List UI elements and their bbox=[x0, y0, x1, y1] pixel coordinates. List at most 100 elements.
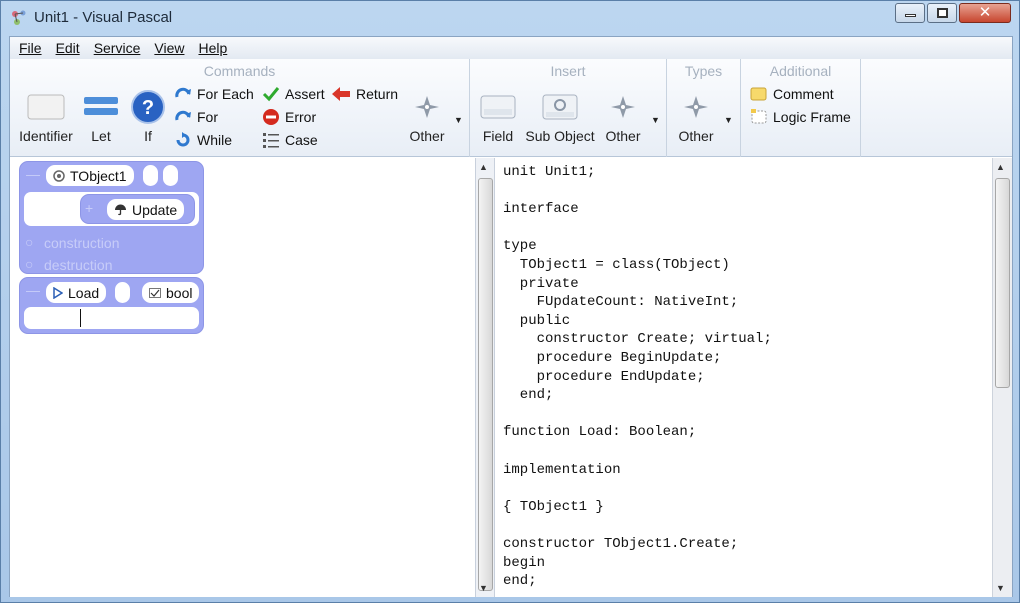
method-block[interactable]: + Update bbox=[80, 194, 195, 224]
logic-frame-icon bbox=[751, 109, 767, 124]
close-button[interactable]: ✕ bbox=[959, 3, 1011, 23]
construction-label[interactable]: construction bbox=[44, 235, 119, 251]
code-line[interactable]: implementation bbox=[503, 462, 621, 478]
additional-group: Additional Comment Logic Frame bbox=[741, 59, 861, 157]
code-line[interactable]: FUpdateCount: NativeInt; bbox=[503, 294, 739, 310]
minimize-icon bbox=[905, 14, 916, 17]
while-label: While bbox=[197, 132, 233, 148]
code-line[interactable]: constructor TObject1.Create; bbox=[503, 536, 738, 552]
code-scroll-down-icon[interactable]: ▼ bbox=[996, 583, 1005, 593]
pane-splitter[interactable]: ▲ ▼ bbox=[475, 158, 495, 597]
shuriken-icon bbox=[684, 96, 708, 118]
close-icon: ✕ bbox=[978, 4, 992, 21]
maximize-button[interactable] bbox=[927, 3, 957, 23]
commands-other-dropdown-icon[interactable]: ▼ bbox=[454, 115, 463, 125]
code-scroll-up-icon[interactable]: ▲ bbox=[996, 162, 1005, 172]
field-label: Field bbox=[482, 128, 514, 144]
code-line[interactable]: interface bbox=[503, 201, 579, 217]
comment-button[interactable]: Comment bbox=[750, 85, 834, 103]
code-scrollbar[interactable]: ▲ ▼ bbox=[992, 158, 1012, 597]
insert-other-dropdown-icon[interactable]: ▼ bbox=[651, 115, 660, 125]
identifier-button[interactable]: Identifier bbox=[16, 92, 76, 144]
case-button[interactable]: Case bbox=[262, 131, 318, 149]
comment-icon bbox=[750, 87, 767, 101]
svg-text:?: ? bbox=[142, 97, 154, 119]
code-line[interactable]: type bbox=[503, 238, 537, 254]
function-block[interactable]: — Load bool bbox=[19, 277, 204, 334]
add-icon[interactable]: + bbox=[85, 200, 93, 216]
designer-pane[interactable]: — TObject1 + Update ○ construction ○ des… bbox=[10, 158, 475, 597]
code-scroll-thumb[interactable] bbox=[995, 178, 1010, 388]
types-group: Types Other ▼ bbox=[667, 59, 741, 157]
menu-edit[interactable]: Edit bbox=[49, 40, 87, 56]
menu-service[interactable]: Service bbox=[87, 40, 148, 56]
menu-file[interactable]: File bbox=[12, 40, 49, 56]
for-button[interactable]: For bbox=[174, 108, 218, 126]
class-members-area[interactable]: + Update bbox=[24, 192, 199, 226]
menu-view[interactable]: View bbox=[147, 40, 191, 56]
code-line[interactable]: procedure BeginUpdate; bbox=[503, 350, 722, 366]
designer-scroll-thumb[interactable] bbox=[478, 178, 493, 591]
function-param-pill[interactable] bbox=[115, 282, 130, 303]
class-option-pill-2[interactable] bbox=[163, 165, 178, 186]
code-line[interactable]: function Load: Boolean; bbox=[503, 424, 696, 440]
title-bar[interactable]: Unit1 - Visual Pascal ✕ bbox=[1, 1, 1019, 35]
menu-help[interactable]: Help bbox=[191, 40, 234, 56]
commands-other-button[interactable]: Other bbox=[402, 92, 452, 144]
code-line[interactable]: constructor Create; virtual; bbox=[503, 331, 772, 347]
code-line[interactable]: public bbox=[503, 313, 570, 329]
shuriken-icon bbox=[611, 96, 635, 118]
code-editor[interactable]: unit Unit1; interface type TObject1 = clas… bbox=[495, 158, 992, 597]
scroll-down-icon[interactable]: ▼ bbox=[479, 583, 488, 593]
function-body[interactable] bbox=[24, 307, 199, 329]
sub-object-button[interactable]: Sub Object bbox=[524, 92, 596, 144]
let-label: Let bbox=[91, 128, 111, 144]
code-line[interactable]: procedure EndUpdate; bbox=[503, 369, 705, 385]
for-each-label: For Each bbox=[197, 86, 254, 102]
let-button[interactable]: Let bbox=[80, 92, 122, 144]
logic-frame-button[interactable]: Logic Frame bbox=[750, 108, 851, 126]
class-option-pill-1[interactable] bbox=[143, 165, 158, 186]
error-button[interactable]: Error bbox=[262, 108, 316, 126]
insert-group-title: Insert bbox=[550, 63, 586, 79]
code-line[interactable]: private bbox=[503, 276, 579, 292]
function-type-pill[interactable]: bool bbox=[142, 282, 200, 303]
return-label: Return bbox=[356, 86, 399, 102]
function-collapse-icon[interactable]: — bbox=[26, 282, 40, 298]
commands-other-label: Other bbox=[409, 128, 445, 144]
method-pill[interactable]: Update bbox=[107, 199, 185, 220]
types-other-dropdown-icon[interactable]: ▼ bbox=[724, 115, 733, 125]
while-button[interactable]: While bbox=[174, 131, 232, 149]
list-icon bbox=[263, 133, 279, 148]
class-block[interactable]: — TObject1 + Update ○ construction ○ des… bbox=[19, 161, 204, 274]
minimize-button[interactable] bbox=[895, 3, 925, 23]
types-other-button[interactable]: Other bbox=[675, 92, 717, 144]
maximize-icon bbox=[937, 8, 948, 18]
function-name-pill[interactable]: Load bbox=[46, 282, 107, 303]
commands-group: Commands Identifier Let ? If For Each Fo… bbox=[10, 59, 470, 157]
app-window: Unit1 - Visual Pascal ✕ File Edit Servic… bbox=[0, 0, 1020, 603]
code-line[interactable]: end; bbox=[503, 387, 554, 403]
return-button[interactable]: Return bbox=[331, 85, 398, 103]
logic-frame-label: Logic Frame bbox=[773, 109, 851, 125]
assert-button[interactable]: Assert bbox=[262, 85, 325, 103]
code-line[interactable]: unit Unit1; bbox=[503, 164, 595, 180]
insert-other-button[interactable]: Other bbox=[602, 92, 644, 144]
if-button[interactable]: ? If bbox=[128, 89, 168, 144]
scroll-up-icon[interactable]: ▲ bbox=[479, 162, 488, 172]
collapse-icon[interactable]: — bbox=[26, 166, 40, 182]
field-button[interactable]: Field bbox=[478, 92, 518, 144]
assert-label: Assert bbox=[285, 86, 325, 102]
for-loop-icon bbox=[175, 110, 191, 121]
code-line[interactable]: begin bbox=[503, 555, 545, 571]
code-line[interactable]: TObject1 = class(TObject) bbox=[503, 257, 730, 273]
while-loop-icon bbox=[176, 132, 190, 147]
method-name: Update bbox=[132, 201, 178, 218]
destruction-label[interactable]: destruction bbox=[44, 257, 112, 273]
class-name-pill[interactable]: TObject1 bbox=[46, 165, 134, 186]
comment-label: Comment bbox=[773, 86, 834, 102]
for-each-button[interactable]: For Each bbox=[174, 85, 254, 103]
destruction-circle-icon: ○ bbox=[25, 256, 34, 272]
code-line[interactable]: { TObject1 } bbox=[503, 499, 604, 515]
code-line[interactable]: end; bbox=[503, 573, 537, 589]
